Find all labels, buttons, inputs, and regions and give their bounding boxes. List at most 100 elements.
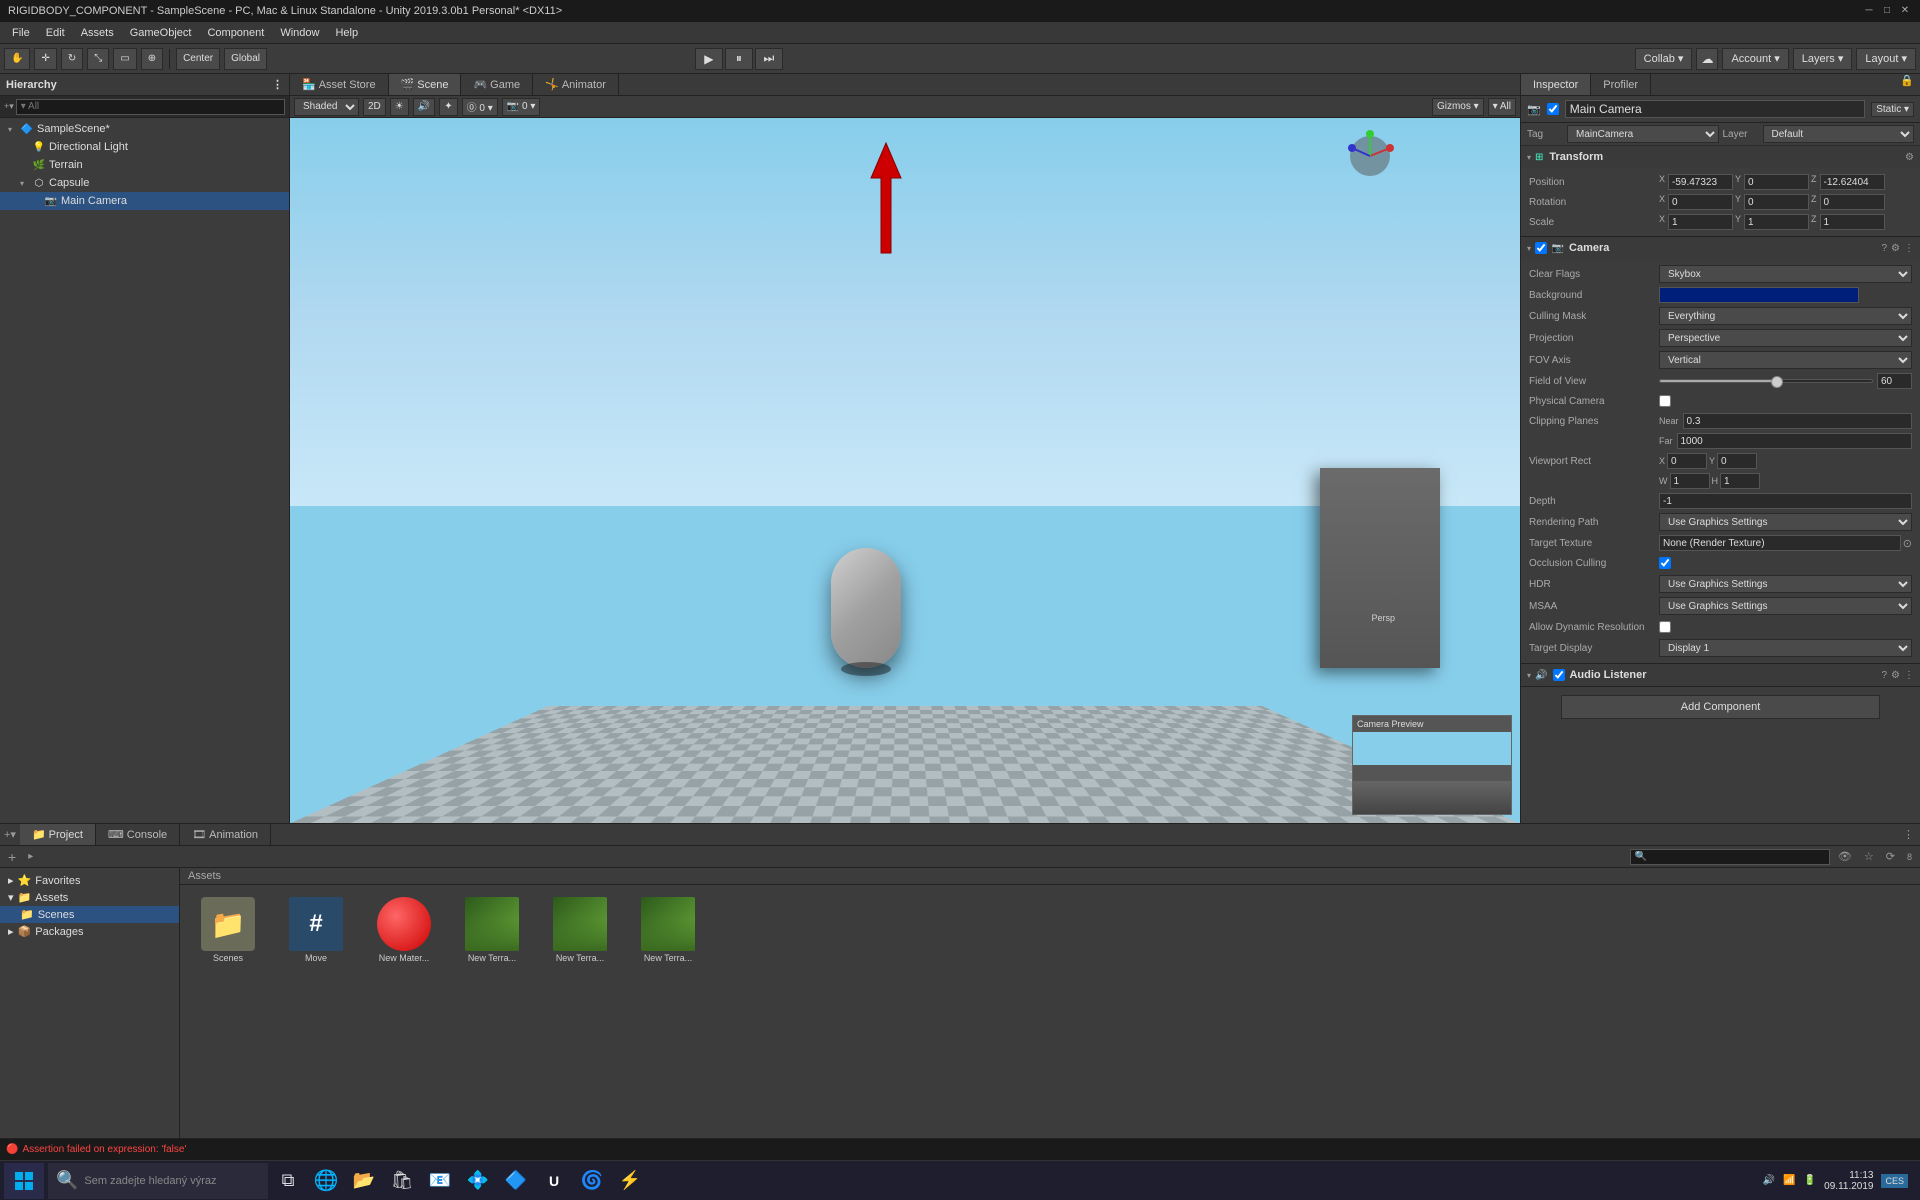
audio-listener-header[interactable]: ▾ 🔊 Audio Listener ? ⚙ ⋮ bbox=[1521, 664, 1920, 686]
rendering-path-select[interactable]: Use Graphics Settings bbox=[1659, 513, 1912, 531]
layout-button[interactable]: Layout ▾ bbox=[1856, 48, 1916, 70]
audio-settings-icon[interactable]: ⚙ bbox=[1891, 670, 1900, 681]
project-packages[interactable]: ▸ 📦 Packages bbox=[0, 923, 179, 940]
project-assets-item[interactable]: ▾ 📁 Assets bbox=[0, 889, 179, 906]
camera-menu-icon[interactable]: ⋮ bbox=[1904, 243, 1914, 254]
play-button[interactable]: ▶ bbox=[695, 48, 723, 70]
refresh-icon[interactable]: ⟳ bbox=[1882, 850, 1899, 863]
network-icon[interactable]: 📶 bbox=[1783, 1175, 1795, 1186]
lighting-button[interactable]: ☀ bbox=[390, 98, 409, 116]
tree-item-maincamera[interactable]: 📷 Main Camera bbox=[0, 192, 289, 210]
tab-animator[interactable]: 🤸 Animator bbox=[533, 74, 619, 95]
close-button[interactable]: ✕ bbox=[1898, 3, 1912, 17]
bottom-create-icon[interactable]: + bbox=[4, 849, 20, 865]
taskbar-search[interactable]: 🔍 Sem zadejte hledaný výraz bbox=[48, 1163, 268, 1199]
tab-profiler[interactable]: Profiler bbox=[1591, 74, 1651, 95]
vp-w-input[interactable] bbox=[1670, 473, 1710, 489]
asset-terrain-2[interactable]: New Terra... bbox=[540, 893, 620, 967]
move-tool-button[interactable]: ✛ bbox=[34, 48, 56, 70]
rotate-tool-button[interactable]: ↻ bbox=[61, 48, 83, 70]
scene-gizmo[interactable] bbox=[1340, 126, 1400, 186]
target-texture-pick-icon[interactable]: ⊙ bbox=[1903, 537, 1912, 550]
target-display-select[interactable]: Display 1 bbox=[1659, 639, 1912, 657]
camera-active-checkbox[interactable] bbox=[1535, 242, 1547, 254]
fov-axis-select[interactable]: Vertical bbox=[1659, 351, 1912, 369]
taskbar-task-view[interactable]: ⧉ bbox=[270, 1163, 306, 1199]
2d-button[interactable]: 2D bbox=[363, 98, 386, 116]
tab-game[interactable]: 🎮 Game bbox=[461, 74, 533, 95]
far-input[interactable] bbox=[1677, 433, 1913, 449]
ces-badge[interactable]: CES bbox=[1881, 1174, 1908, 1188]
asset-new-material[interactable]: New Mater... bbox=[364, 893, 444, 967]
tag-select[interactable]: MainCamera bbox=[1567, 125, 1719, 143]
menu-window[interactable]: Window bbox=[272, 25, 327, 41]
rotation-z-input[interactable] bbox=[1820, 194, 1885, 210]
menu-file[interactable]: File bbox=[4, 25, 38, 41]
taskbar-explorer[interactable]: 📂 bbox=[346, 1163, 382, 1199]
occlusion-checkbox[interactable] bbox=[1659, 557, 1671, 569]
space-button[interactable]: Global bbox=[224, 48, 267, 70]
scale-x-input[interactable] bbox=[1668, 214, 1733, 230]
maximize-button[interactable]: □ bbox=[1880, 3, 1894, 17]
scene-view[interactable]: Persp Camera Preview bbox=[290, 118, 1520, 823]
tab-console[interactable]: ⌨ Console bbox=[96, 824, 180, 845]
depth-input[interactable] bbox=[1659, 493, 1912, 509]
taskbar-store[interactable]: 🛍 bbox=[384, 1163, 420, 1199]
position-z-input[interactable] bbox=[1820, 174, 1885, 190]
tree-item-dirlight[interactable]: 💡 Directional Light bbox=[0, 138, 289, 156]
rotation-y-input[interactable] bbox=[1744, 194, 1809, 210]
add-component-button[interactable]: Add Component bbox=[1561, 695, 1880, 719]
near-input[interactable] bbox=[1683, 413, 1912, 429]
background-color-swatch[interactable] bbox=[1659, 287, 1859, 303]
fov-slider[interactable] bbox=[1659, 379, 1873, 383]
all-button[interactable]: ▾ All bbox=[1488, 98, 1516, 116]
bottom-add-icon[interactable]: +▾ bbox=[0, 828, 20, 841]
tab-inspector[interactable]: Inspector bbox=[1521, 74, 1591, 95]
asset-terrain-1[interactable]: New Terra... bbox=[452, 893, 532, 967]
camera-button[interactable]: 📷 0 ▾ bbox=[502, 98, 541, 116]
account-button[interactable]: Account ▾ bbox=[1722, 48, 1788, 70]
tab-asset-store[interactable]: 🏪 Asset Store bbox=[290, 74, 389, 95]
taskbar-app3[interactable]: 🔷 bbox=[498, 1163, 534, 1199]
scale-y-input[interactable] bbox=[1744, 214, 1809, 230]
menu-component[interactable]: Component bbox=[199, 25, 272, 41]
start-button[interactable] bbox=[4, 1163, 44, 1199]
camera-settings-icon[interactable]: ⚙ bbox=[1891, 243, 1900, 254]
fx-button[interactable]: ✦ bbox=[439, 98, 457, 116]
battery-icon[interactable]: 🔋 bbox=[1804, 1175, 1816, 1186]
asset-move[interactable]: # Move bbox=[276, 893, 356, 967]
transform-header[interactable]: ▾ ⊞ Transform ⚙ bbox=[1521, 146, 1920, 168]
rotation-x-input[interactable] bbox=[1668, 194, 1733, 210]
taskbar-edge[interactable]: 🌐 bbox=[308, 1163, 344, 1199]
gizmos-button[interactable]: Gizmos ▾ bbox=[1432, 98, 1484, 116]
position-y-input[interactable] bbox=[1744, 174, 1809, 190]
count-button[interactable]: ⓪ 0 ▾ bbox=[462, 98, 498, 116]
audio-help-icon[interactable]: ? bbox=[1881, 670, 1887, 681]
vp-x-input[interactable] bbox=[1667, 453, 1707, 469]
taskbar-app5[interactable]: 🌀 bbox=[574, 1163, 610, 1199]
transform-settings-icon[interactable]: ⚙ bbox=[1905, 152, 1914, 163]
vp-y-input[interactable] bbox=[1717, 453, 1757, 469]
tab-project[interactable]: 📁 Project bbox=[20, 824, 96, 845]
layer-select[interactable]: Default bbox=[1763, 125, 1915, 143]
taskbar-vs[interactable]: 💠 bbox=[460, 1163, 496, 1199]
layers-button[interactable]: Layers ▾ bbox=[1793, 48, 1853, 70]
culling-mask-select[interactable]: Everything bbox=[1659, 307, 1912, 325]
projection-select[interactable]: Perspective bbox=[1659, 329, 1912, 347]
asset-terrain-3[interactable]: New Terra... bbox=[628, 893, 708, 967]
hdr-select[interactable]: Use Graphics Settings bbox=[1659, 575, 1912, 593]
shading-dropdown[interactable]: Shaded bbox=[294, 98, 359, 116]
audio-button[interactable]: 🔊 bbox=[413, 98, 435, 116]
combined-tool-button[interactable]: ⊕ bbox=[141, 48, 163, 70]
step-button[interactable]: ⏭ bbox=[755, 48, 783, 70]
scale-z-input[interactable] bbox=[1820, 214, 1885, 230]
pivot-button[interactable]: Center bbox=[176, 48, 220, 70]
menu-edit[interactable]: Edit bbox=[38, 25, 73, 41]
camera-header[interactable]: ▾ 📷 Camera ? ⚙ ⋮ bbox=[1521, 237, 1920, 259]
project-search-input[interactable] bbox=[1630, 849, 1830, 865]
tree-item-terrain[interactable]: 🌿 Terrain bbox=[0, 156, 289, 174]
taskbar-search-text[interactable]: Sem zadejte hledaný výraz bbox=[84, 1175, 216, 1187]
tab-scene[interactable]: 🎬 Scene bbox=[389, 74, 462, 95]
pause-button[interactable]: ⏸ bbox=[725, 48, 753, 70]
scale-tool-button[interactable]: ⤡ bbox=[87, 48, 109, 70]
